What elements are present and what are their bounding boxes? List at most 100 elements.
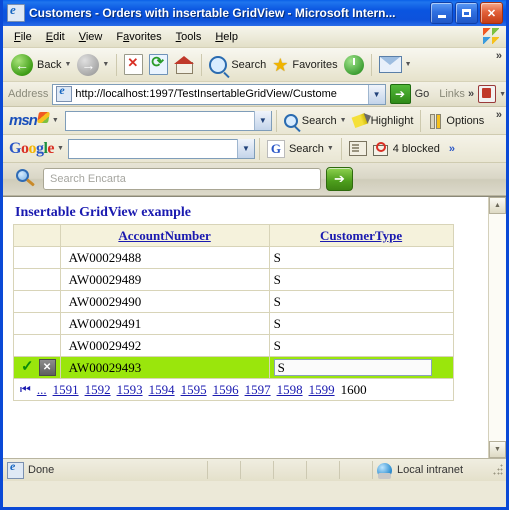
menu-item-file[interactable]: File [7,30,39,44]
menu-item-view[interactable]: View [72,30,110,44]
security-zone-cell[interactable]: Local intranet [373,461,491,479]
go-button[interactable]: ➔ Go [389,84,430,104]
google-search-button[interactable]: G Search ▼ [264,138,337,160]
table-row[interactable]: AW00029492 S [13,334,454,357]
toolbar-separator-2 [201,53,203,76]
toolbar-overflow-button[interactable]: » [496,50,502,62]
pager-page-1592[interactable]: 1592 [85,382,111,398]
google-overflow-button[interactable]: » [449,143,455,155]
maximize-button[interactable] [455,2,478,24]
pdf-dropdown-icon[interactable]: ▼ [499,91,506,98]
edit-cell-customertype: S [268,356,454,379]
google-menu-dropdown-icon[interactable]: ▼ [57,145,64,152]
pdf-icon[interactable] [478,85,497,103]
search-label: Search [231,58,267,71]
pager-page-1598[interactable]: 1598 [277,382,303,398]
table-row[interactable]: AW00029489 S [13,268,454,291]
scroll-down-button[interactable]: ▼ [489,441,506,458]
options-icon [428,113,442,129]
status-message-cell: Done [3,459,208,479]
mail-button[interactable]: ▼ [376,54,415,75]
favorites-button[interactable]: ★ Favorites [269,54,340,76]
row-commands-cell [13,290,61,313]
scrollbar-track[interactable] [489,214,506,441]
status-message: Done [28,464,55,476]
google-search-input[interactable]: ▼ [67,138,255,159]
menu-item-favorites[interactable]: Favorites [109,30,168,44]
msn-options-button[interactable]: Options [425,112,487,130]
google-search-label: Search [288,142,324,155]
pager-page-1597[interactable]: 1597 [245,382,271,398]
pager-ellipsis-link[interactable]: ... [37,382,47,398]
msn-search-button[interactable]: Search ▼ [281,112,350,130]
status-segment-4 [307,461,340,479]
encarta-search-input[interactable]: Search Encarta [43,168,321,190]
sort-link-accountnumber[interactable]: AccountNumber [118,228,210,243]
msn-menu-dropdown-icon[interactable]: ▼ [52,117,59,124]
address-dropdown-icon[interactable]: ▼ [367,84,385,104]
msn-search-dropdown-icon[interactable]: ▼ [253,111,271,130]
go-label: Go [414,88,430,100]
google-search-dropdown-icon[interactable]: ▼ [236,139,254,158]
encarta-search-placeholder: Search Encarta [50,173,126,185]
menu-item-help[interactable]: Help [208,30,245,44]
resize-grip[interactable] [491,464,503,476]
google-logo: Google [9,139,55,157]
msn-overflow-button[interactable]: » [496,109,502,121]
table-row[interactable]: AW00029488 S [13,246,454,269]
cell-accountnumber: AW00029489 [59,268,270,291]
update-check-icon[interactable]: ✓ [21,360,34,375]
page-vertical-scrollbar[interactable]: ▲ ▼ [488,197,506,458]
pager-page-1593[interactable]: 1593 [117,382,143,398]
table-row[interactable]: AW00029491 S [13,312,454,335]
pager-page-1591[interactable]: 1591 [53,382,79,398]
scroll-up-button[interactable]: ▲ [489,197,506,214]
menu-item-edit[interactable]: Edit [39,30,72,44]
go-arrow-icon: ➔ [389,84,411,104]
gridview-header-row: AccountNumber CustomerType [13,224,454,247]
msn-brand-text: msn [9,112,38,129]
google-news-button[interactable] [346,139,370,158]
table-row-editing[interactable]: ✓ ✕ AW00029493 S [13,356,454,379]
links-overflow-button[interactable]: » [468,88,474,100]
menu-item-tools[interactable]: Tools [169,30,209,44]
cancel-x-icon[interactable]: ✕ [38,359,56,376]
stop-button[interactable] [121,52,146,77]
address-bar: Address http://localhost:1997/TestInsert… [3,82,506,107]
row-commands-cell [13,334,61,357]
gridview-pager-row: ⏮ ... 1591 1592 1593 1594 1595 1596 1597… [13,378,454,401]
back-button[interactable]: ← Back ▼ [8,52,74,78]
row-commands-cell [13,268,61,291]
msn-search-options-icon[interactable]: ▼ [340,117,347,124]
minimize-button[interactable] [430,2,453,24]
address-input[interactable]: http://localhost:1997/TestInsertableGrid… [52,83,386,105]
msn-search-input[interactable]: ▼ [64,110,272,131]
msn-highlight-button[interactable]: Highlight [350,112,417,129]
back-dropdown-icon[interactable]: ▼ [64,61,71,68]
table-row[interactable]: AW00029490 S [13,290,454,313]
cell-customertype: S [268,246,454,269]
encarta-go-button[interactable]: ➔ [326,167,353,191]
google-g-icon: G [266,139,285,158]
forward-button[interactable]: → ▼ [74,52,112,78]
pager-page-1594[interactable]: 1594 [149,382,175,398]
forward-dropdown-icon[interactable]: ▼ [102,61,109,68]
close-button[interactable]: ✕ [480,2,503,24]
links-label[interactable]: Links [439,88,465,100]
pager-page-1596[interactable]: 1596 [213,382,239,398]
refresh-button[interactable] [146,52,171,77]
mail-dropdown-icon[interactable]: ▼ [405,61,412,68]
encarta-search-icon[interactable] [13,168,37,190]
sort-link-customertype[interactable]: CustomerType [320,228,402,243]
back-arrow-icon: ← [11,53,33,76]
home-button[interactable] [171,53,197,76]
pager-page-1599[interactable]: 1599 [309,382,335,398]
status-segment-1 [208,461,241,479]
customertype-textbox[interactable]: S [273,359,432,376]
google-search-options-icon[interactable]: ▼ [327,145,334,152]
pager-page-1595[interactable]: 1595 [181,382,207,398]
google-popup-blocker-button[interactable]: 4 blocked [370,140,443,158]
search-button[interactable]: Search [206,54,269,76]
first-page-icon[interactable]: ⏮ [20,382,31,397]
history-button[interactable] [341,53,367,77]
